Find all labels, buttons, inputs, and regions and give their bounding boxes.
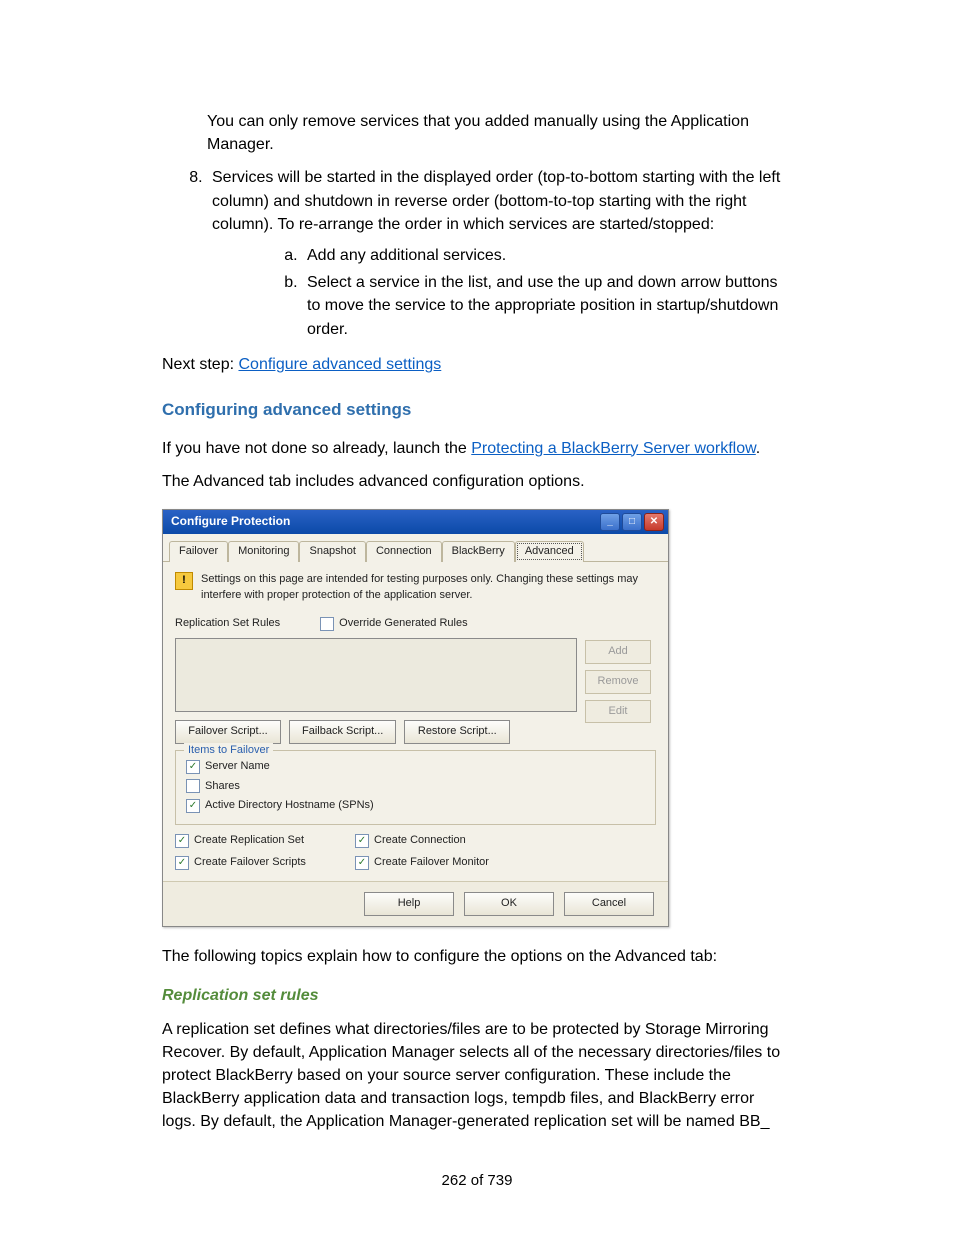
spns-checkbox[interactable]: Active Directory Hostname (SPNs): [186, 798, 645, 814]
items-to-failover-group: Items to Failover Server Name Shares Act…: [175, 750, 656, 826]
dialog-title: Configure Protection: [171, 513, 290, 530]
minimize-button[interactable]: _: [600, 513, 620, 531]
tab-failover[interactable]: Failover: [169, 541, 228, 562]
rules-listbox[interactable]: [175, 638, 577, 712]
override-check-icon: [320, 617, 334, 631]
check-icon: [355, 856, 369, 870]
spns-label: Active Directory Hostname (SPNs): [205, 798, 374, 814]
group-legend: Items to Failover: [184, 743, 273, 759]
launch-pre: If you have not done so already, launch …: [162, 440, 471, 457]
launch-link[interactable]: Protecting a BlackBerry Server workflow: [471, 440, 756, 457]
create-conn-label: Create Connection: [374, 833, 466, 849]
tab-body: ! Settings on this page are intended for…: [163, 562, 668, 881]
cancel-button[interactable]: Cancel: [564, 892, 654, 916]
check-icon: [186, 799, 200, 813]
maximize-button[interactable]: □: [622, 513, 642, 531]
check-icon: [175, 856, 189, 870]
replication-body: A replication set defines what directori…: [162, 1018, 792, 1134]
warning-row: ! Settings on this page are intended for…: [175, 572, 656, 604]
next-step-link[interactable]: Configure advanced settings: [238, 356, 441, 373]
titlebar: Configure Protection _ □ ✕: [163, 510, 668, 534]
step-8b: Select a service in the list, and use th…: [302, 271, 792, 341]
help-button[interactable]: Help: [364, 892, 454, 916]
create-scripts-label: Create Failover Scripts: [194, 855, 306, 871]
next-step-line: Next step: Configure advanced settings: [162, 353, 792, 376]
create-replication-set-checkbox[interactable]: Create Replication Set: [175, 833, 355, 849]
rules-buttons: Add Remove Edit: [585, 640, 651, 724]
page-number: 262 of 739: [162, 1170, 792, 1192]
advanced-tab-line: The Advanced tab includes advanced confi…: [162, 470, 792, 493]
ok-button[interactable]: OK: [464, 892, 554, 916]
edit-button: Edit: [585, 700, 651, 724]
tab-connection[interactable]: Connection: [366, 541, 442, 562]
warning-icon: !: [175, 572, 193, 590]
create-connection-checkbox[interactable]: Create Connection: [355, 833, 555, 849]
server-name-label: Server Name: [205, 759, 270, 775]
tab-snapshot[interactable]: Snapshot: [299, 541, 365, 562]
substeps: Add any additional services. Select a se…: [212, 244, 792, 341]
create-failover-monitor-checkbox[interactable]: Create Failover Monitor: [355, 855, 555, 871]
intro-note: You can only remove services that you ad…: [207, 110, 792, 156]
override-label: Override Generated Rules: [339, 616, 467, 632]
tab-monitoring[interactable]: Monitoring: [228, 541, 299, 562]
step-8a: Add any additional services.: [302, 244, 792, 267]
tab-bar: Failover Monitoring Snapshot Connection …: [163, 534, 668, 562]
replication-set-rules-label: Replication Set Rules: [175, 616, 280, 632]
replication-set-rules-heading: Replication set rules: [162, 984, 792, 1007]
create-repl-label: Create Replication Set: [194, 833, 304, 849]
override-checkbox[interactable]: Override Generated Rules: [320, 616, 467, 632]
script-buttons-row: Failover Script... Failback Script... Re…: [175, 720, 656, 744]
configure-protection-dialog: Configure Protection _ □ ✕ Failover Moni…: [162, 509, 669, 927]
remove-button: Remove: [585, 670, 651, 694]
window-buttons: _ □ ✕: [600, 513, 664, 531]
section-heading: Configuring advanced settings: [162, 398, 792, 423]
restore-script-button[interactable]: Restore Script...: [404, 720, 510, 744]
following-topics: The following topics explain how to conf…: [162, 945, 792, 968]
next-step-label: Next step:: [162, 356, 238, 373]
check-icon: [175, 834, 189, 848]
check-icon: [186, 760, 200, 774]
failover-script-button[interactable]: Failover Script...: [175, 720, 281, 744]
check-icon: [355, 834, 369, 848]
launch-line: If you have not done so already, launch …: [162, 437, 792, 460]
add-button: Add: [585, 640, 651, 664]
failback-script-button[interactable]: Failback Script...: [289, 720, 396, 744]
tab-blackberry[interactable]: BlackBerry: [442, 541, 515, 562]
dialog-footer: Help OK Cancel: [163, 881, 668, 926]
create-monitor-label: Create Failover Monitor: [374, 855, 489, 871]
tab-advanced[interactable]: Advanced: [515, 541, 584, 562]
step-8-text: Services will be started in the displaye…: [212, 169, 780, 232]
shares-label: Shares: [205, 779, 240, 795]
check-icon: [186, 779, 200, 793]
create-options-grid: Create Replication Set Create Connection…: [175, 833, 656, 871]
shares-checkbox[interactable]: Shares: [186, 779, 645, 795]
launch-post: .: [756, 440, 760, 457]
server-name-checkbox[interactable]: Server Name: [186, 759, 645, 775]
create-failover-scripts-checkbox[interactable]: Create Failover Scripts: [175, 855, 355, 871]
step-8: Services will be started in the displaye…: [207, 166, 792, 340]
close-button[interactable]: ✕: [644, 513, 664, 531]
warning-text: Settings on this page are intended for t…: [201, 572, 656, 604]
rules-row: Replication Set Rules Override Generated…: [175, 616, 656, 632]
steps-list: Services will be started in the displaye…: [162, 166, 792, 340]
